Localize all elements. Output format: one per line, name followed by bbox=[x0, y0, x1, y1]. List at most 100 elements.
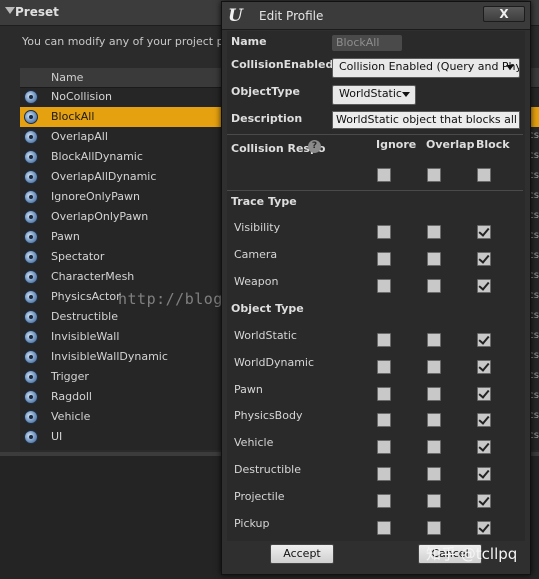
description-label: Description bbox=[231, 112, 303, 125]
channel-label: Pawn bbox=[234, 382, 263, 396]
channel-label: Destructible bbox=[234, 463, 301, 476]
ignore-checkbox[interactable] bbox=[377, 279, 391, 293]
overlap-checkbox[interactable] bbox=[427, 493, 441, 508]
collision-preset-icon bbox=[24, 270, 38, 284]
collision-preset-icon bbox=[24, 150, 38, 164]
overlap-checkbox[interactable] bbox=[427, 413, 441, 428]
all-block-checkbox[interactable] bbox=[477, 168, 491, 182]
overlap-checkbox[interactable] bbox=[427, 386, 441, 401]
preset-row-label: Destructible bbox=[51, 310, 118, 323]
overlap-checkbox[interactable] bbox=[427, 279, 441, 293]
ignore-checkbox[interactable] bbox=[377, 386, 391, 401]
ignore-checkbox[interactable] bbox=[377, 225, 391, 239]
overlap-checkbox[interactable] bbox=[427, 225, 441, 239]
close-button[interactable]: X bbox=[483, 6, 525, 22]
preset-row-label: IgnoreOnlyPawn bbox=[51, 190, 141, 203]
ignore-checkbox[interactable] bbox=[377, 493, 391, 508]
collision-preset-icon bbox=[24, 310, 38, 324]
chevron-down-icon bbox=[506, 65, 514, 70]
preset-row-label: InvisibleWall bbox=[51, 330, 120, 343]
collapse-arrow-icon[interactable] bbox=[5, 7, 15, 14]
collision-enabled-label: CollisionEnabled bbox=[231, 58, 334, 71]
ignore-checkbox[interactable] bbox=[377, 333, 391, 347]
preset-row-label: OverlapAll bbox=[51, 130, 108, 143]
divider bbox=[227, 190, 523, 191]
block-checkbox[interactable] bbox=[477, 333, 491, 347]
block-checkbox[interactable] bbox=[477, 413, 491, 428]
dialog-titlebar[interactable]: U Edit Profile X bbox=[222, 2, 530, 30]
overlap-checkbox[interactable] bbox=[427, 467, 441, 481]
collision-preset-icon bbox=[24, 90, 38, 104]
overlap-checkbox[interactable] bbox=[427, 333, 441, 347]
preset-row-label: OverlapAllDynamic bbox=[51, 170, 157, 183]
overlap-checkbox[interactable] bbox=[427, 440, 441, 455]
channel-label: Visibility bbox=[234, 221, 281, 234]
block-checkbox[interactable] bbox=[477, 386, 491, 401]
zhihu-watermark: 知乎 @tcllpq bbox=[426, 545, 518, 563]
column-name-label: Name bbox=[51, 71, 84, 84]
preset-row-label: UI bbox=[51, 430, 63, 443]
channel-label: PhysicsBody bbox=[234, 409, 303, 423]
channel-label: Pickup bbox=[234, 516, 270, 530]
ignore-checkbox[interactable] bbox=[377, 467, 391, 481]
object-type-title: Object Type bbox=[231, 302, 304, 315]
ignore-checkbox[interactable] bbox=[377, 413, 391, 428]
column-ignore: Ignore bbox=[376, 138, 417, 151]
collision-preset-icon bbox=[24, 210, 38, 224]
block-checkbox[interactable] bbox=[477, 225, 491, 239]
overlap-checkbox[interactable] bbox=[427, 520, 441, 535]
collision-enabled-dropdown[interactable]: Collision Enabled (Query and Phy bbox=[332, 58, 520, 78]
collision-enabled-value: Collision Enabled (Query and Phy bbox=[339, 60, 520, 73]
ignore-checkbox[interactable] bbox=[377, 359, 391, 374]
ignore-checkbox[interactable] bbox=[377, 440, 391, 455]
ignore-checkbox[interactable] bbox=[377, 252, 391, 266]
all-ignore-checkbox[interactable] bbox=[377, 168, 391, 182]
column-overlap: Overlap bbox=[426, 138, 475, 151]
preset-row-label: PhysicsActor bbox=[51, 290, 121, 303]
channel-label: Camera bbox=[234, 248, 278, 261]
collision-preset-icon bbox=[24, 250, 38, 264]
collision-preset-icon bbox=[24, 430, 38, 444]
overlap-checkbox[interactable] bbox=[427, 359, 441, 374]
help-icon[interactable]: ? bbox=[308, 140, 321, 153]
preset-description: You can modify any of your project profi bbox=[22, 35, 242, 48]
collision-preset-icon bbox=[24, 370, 38, 384]
dialog-title: Edit Profile bbox=[259, 9, 324, 23]
collision-preset-icon bbox=[24, 170, 38, 184]
block-checkbox[interactable] bbox=[477, 467, 491, 481]
preset-title: Preset bbox=[15, 5, 59, 19]
overlap-checkbox[interactable] bbox=[427, 252, 441, 266]
block-checkbox[interactable] bbox=[477, 440, 491, 455]
preset-row-label: InvisibleWallDynamic bbox=[51, 350, 168, 363]
preset-row-label: Vehicle bbox=[51, 410, 91, 423]
object-type-dropdown[interactable]: WorldStatic bbox=[332, 85, 416, 105]
preset-row-label: BlockAll bbox=[51, 110, 95, 123]
ignore-checkbox[interactable] bbox=[377, 520, 391, 535]
preset-row-label: CharacterMesh bbox=[51, 270, 135, 283]
unreal-logo-icon: U bbox=[228, 6, 243, 26]
block-checkbox[interactable] bbox=[477, 279, 491, 293]
channel-label: Vehicle bbox=[234, 436, 274, 450]
description-input[interactable]: WorldStatic object that blocks all ac bbox=[332, 111, 520, 129]
block-checkbox[interactable] bbox=[477, 359, 491, 374]
trace-type-title: Trace Type bbox=[231, 195, 297, 208]
block-checkbox[interactable] bbox=[477, 252, 491, 266]
collision-preset-icon bbox=[24, 350, 38, 364]
block-checkbox[interactable] bbox=[477, 493, 491, 508]
block-checkbox[interactable] bbox=[477, 520, 491, 535]
all-overlap-checkbox[interactable] bbox=[427, 168, 441, 182]
collision-preset-icon bbox=[24, 130, 38, 144]
channel-label: Weapon bbox=[234, 275, 279, 288]
collision-preset-icon bbox=[24, 190, 38, 204]
preset-row-label: Trigger bbox=[51, 370, 89, 383]
collision-preset-icon bbox=[24, 390, 38, 404]
column-block: Block bbox=[476, 138, 510, 151]
object-type-value: WorldStatic bbox=[339, 87, 402, 100]
object-type-label: ObjectType bbox=[231, 85, 300, 98]
preset-row-label: BlockAllDynamic bbox=[51, 150, 143, 163]
collision-preset-icon bbox=[24, 410, 38, 424]
accept-button[interactable]: Accept bbox=[270, 544, 334, 564]
name-field: BlockAll bbox=[332, 35, 402, 51]
preset-row-label: Pawn bbox=[51, 230, 80, 243]
preset-row-label: OverlapOnlyPawn bbox=[51, 210, 149, 223]
